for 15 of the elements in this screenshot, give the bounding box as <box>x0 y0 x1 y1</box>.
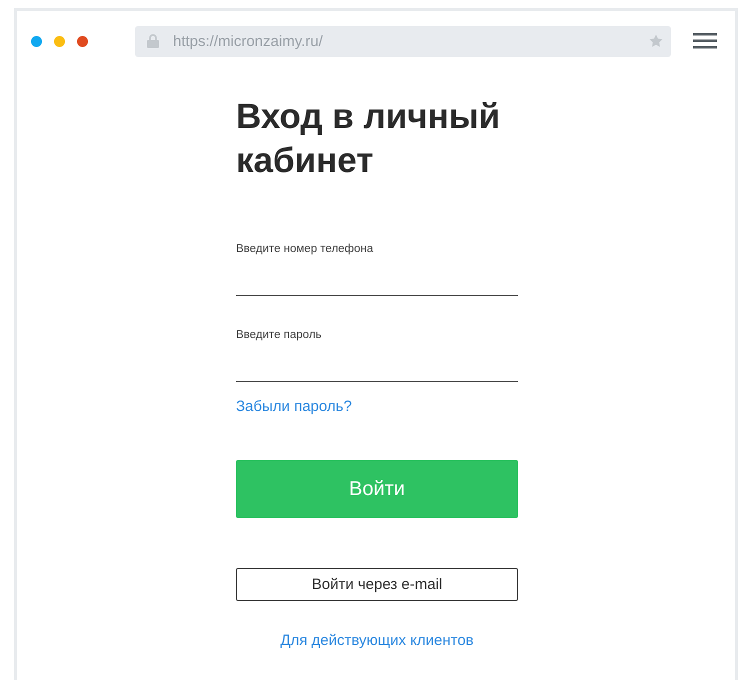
field-label: Введите номер телефона <box>236 243 374 255</box>
login-button[interactable]: Войти <box>236 460 518 518</box>
window-dot[interactable] <box>77 36 88 46</box>
page-title: Вход в личный кабинет <box>236 96 502 182</box>
window-dot[interactable] <box>54 36 65 46</box>
forgot-password-link[interactable]: Забыли пароль? <box>236 398 352 415</box>
clients-link[interactable]: Для действующих клиентов <box>280 632 474 649</box>
lock-icon <box>147 34 159 48</box>
field-label: Введите пароль <box>236 329 323 341</box>
star-icon[interactable] <box>649 34 663 48</box>
window-dot[interactable] <box>31 36 42 46</box>
url-text: https://micronzaimy.ru/ <box>173 32 324 50</box>
address-bar[interactable]: https://micronzaimy.ru/ <box>135 26 671 56</box>
menu-icon[interactable] <box>693 33 717 49</box>
email-login-button[interactable]: Войти через e-mail <box>236 568 518 601</box>
